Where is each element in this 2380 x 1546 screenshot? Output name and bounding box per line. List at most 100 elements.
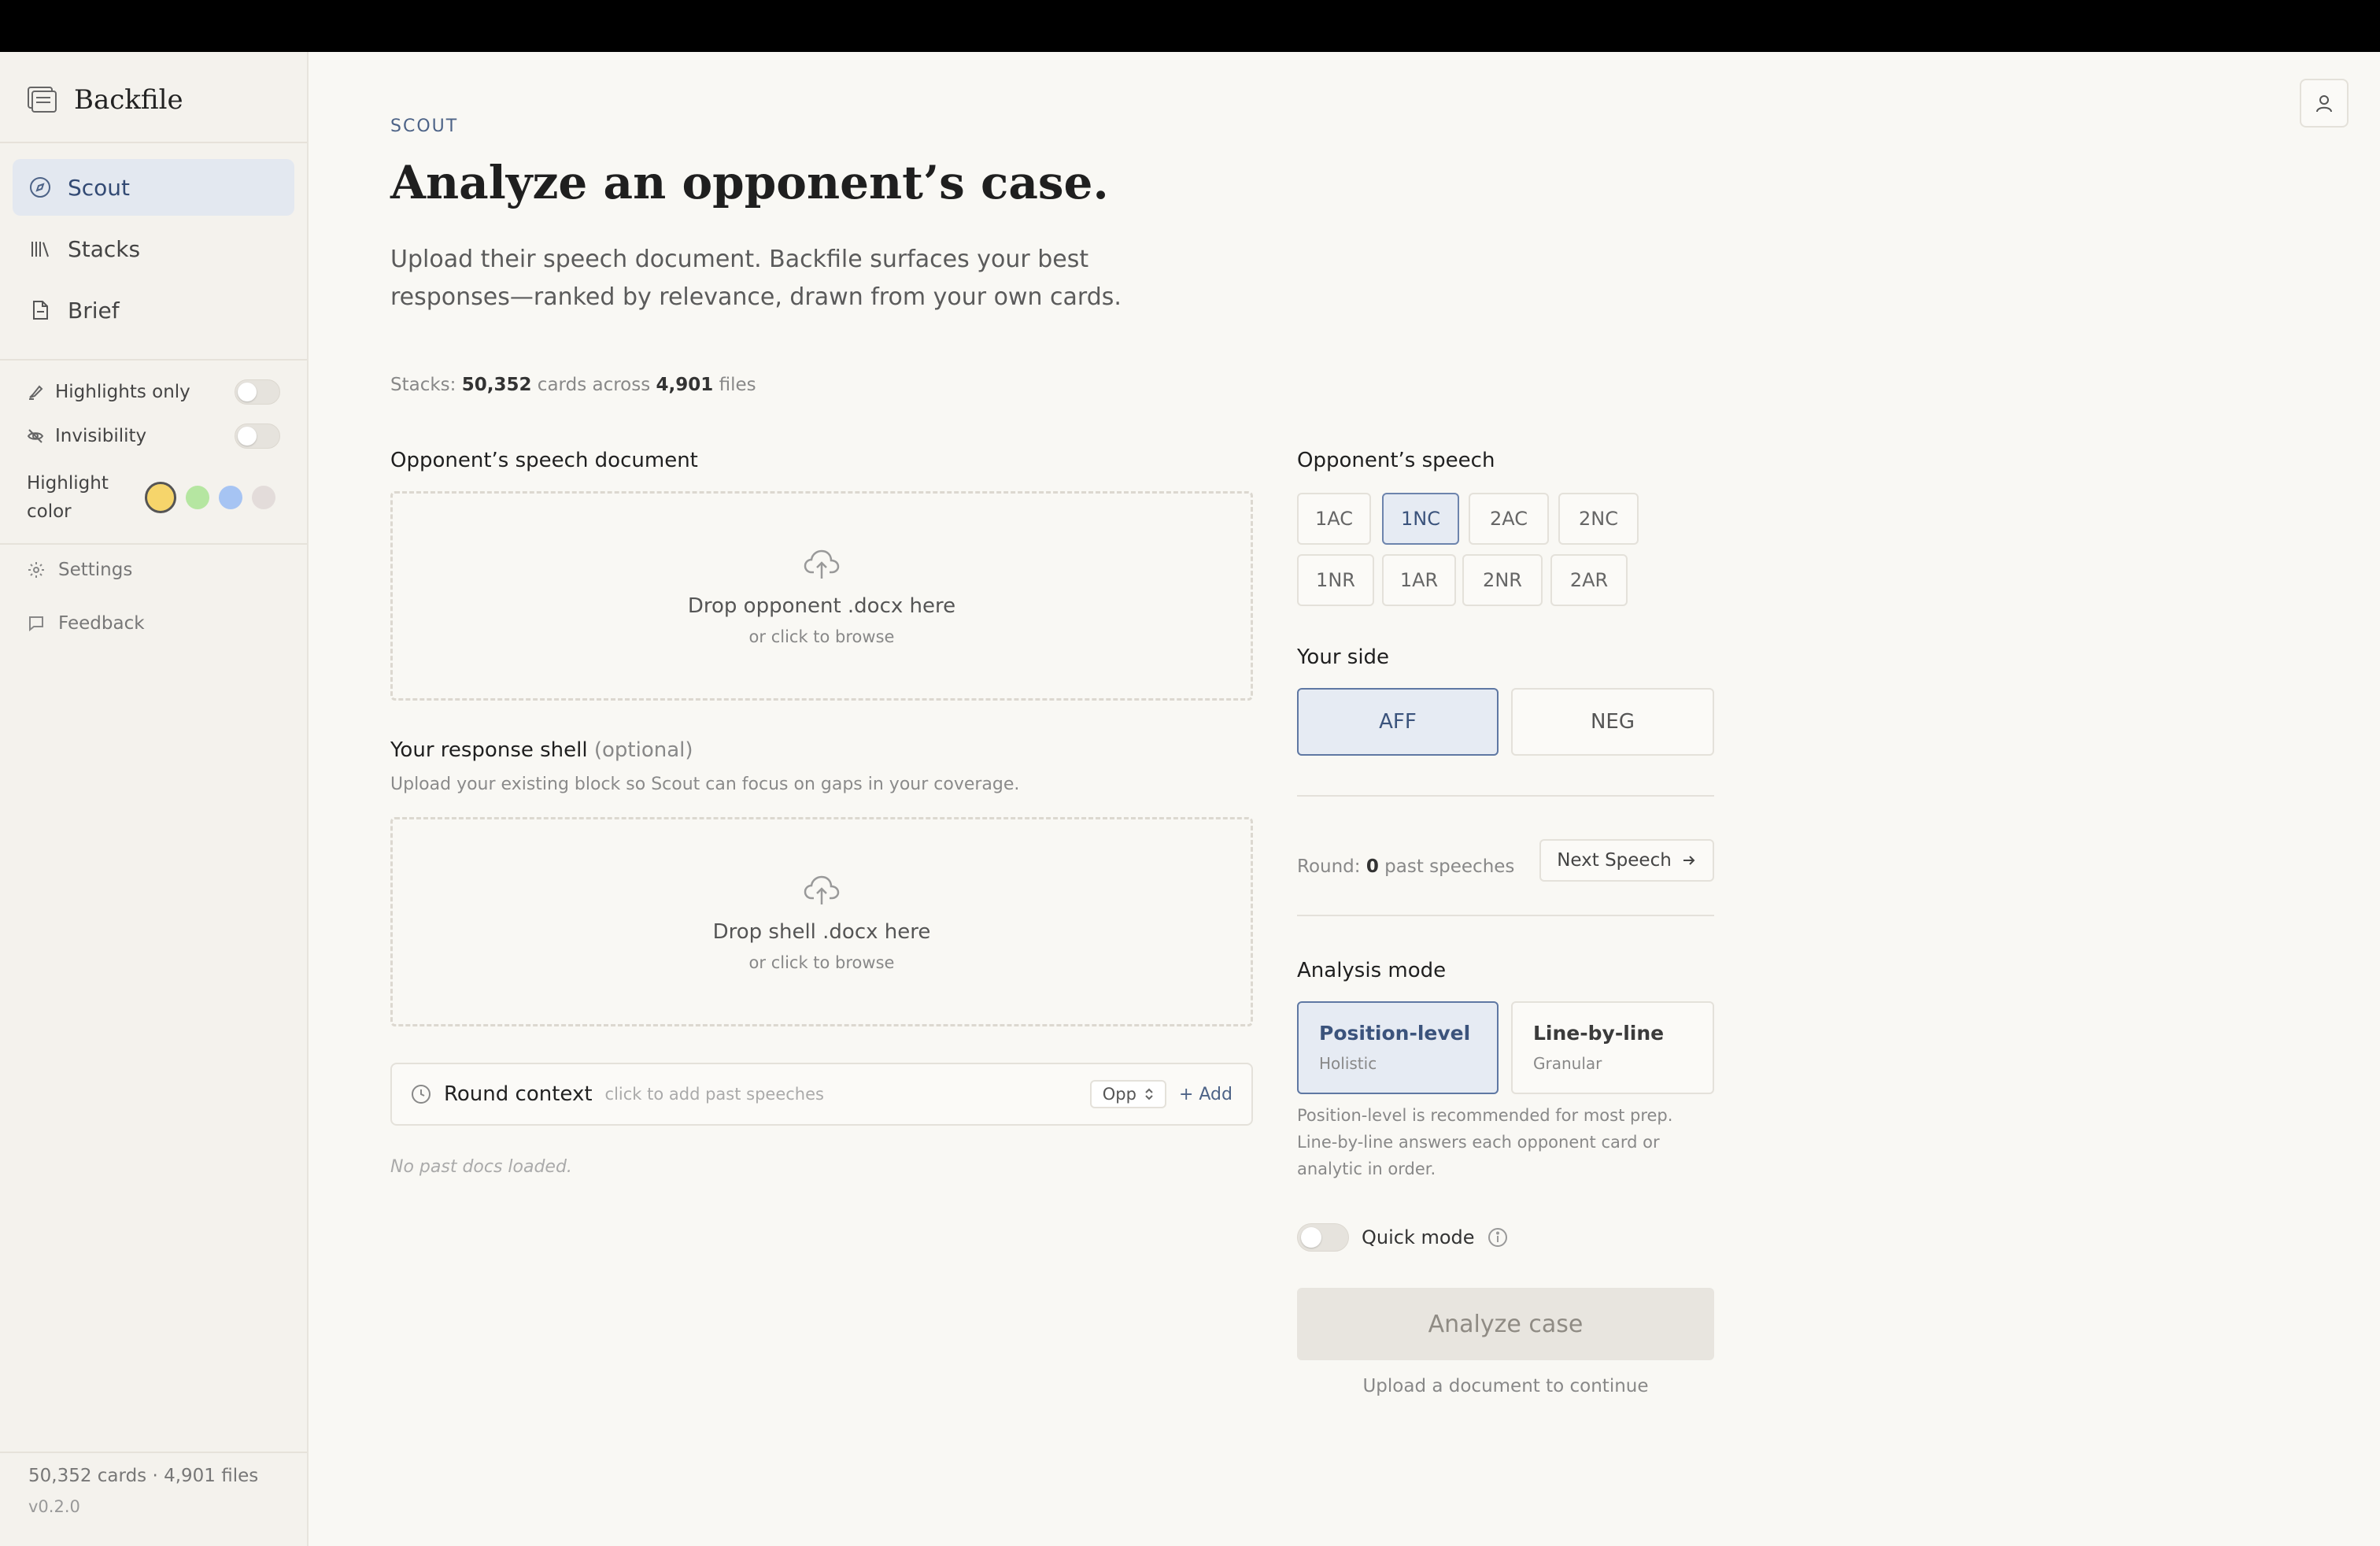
sidebar-item-label: Stacks: [68, 235, 141, 262]
page-title: Analyze an opponent’s case.: [390, 156, 1109, 209]
user-menu-button[interactable]: [2300, 79, 2349, 128]
response-shell-hint: Upload your existing block so Scout can …: [390, 775, 1020, 794]
color-swatches: [145, 482, 275, 513]
round-prefix: Round:: [1297, 856, 1366, 877]
page-subtitle: Upload their speech document. Backfile s…: [390, 246, 1122, 311]
backfile-logo-icon: [27, 84, 58, 116]
document-icon: [33, 301, 48, 320]
stats-cards-count: 50,352: [461, 375, 532, 395]
mode-title: Line-by-line: [1533, 1022, 1665, 1045]
optional-tag: (optional): [593, 738, 693, 762]
sidebar-item-scout[interactable]: Scout: [13, 159, 294, 216]
sidebar-divider: [0, 359, 307, 361]
stats-mid: cards across: [531, 375, 656, 395]
add-past-speech-button[interactable]: + Add: [1179, 1085, 1232, 1104]
cloud-upload-icon: [804, 549, 840, 579]
mode-title: Position-level: [1319, 1022, 1471, 1045]
analyze-hint: Upload a document to continue: [1362, 1376, 1649, 1396]
shell-dropzone-subtext: or click to browse: [748, 953, 895, 972]
highlights-only-toggle[interactable]: [235, 379, 280, 405]
mode-position-level[interactable]: Position-level Holistic: [1297, 1001, 1499, 1094]
sidebar-item-label: Brief: [68, 297, 120, 324]
speech-option-2nc[interactable]: 2NC: [1558, 493, 1639, 545]
chevron-up-down-icon: [1145, 1088, 1153, 1100]
round-suffix: past speeches: [1378, 856, 1515, 877]
no-past-docs-text: No past docs loaded.: [390, 1157, 572, 1177]
sidebar-divider: [0, 142, 307, 143]
sidebar-item-stacks[interactable]: Stacks: [13, 220, 294, 277]
gear-icon: [28, 562, 44, 578]
next-speech-label: Next Speech: [1557, 850, 1672, 871]
analysis-mode-label: Analysis mode: [1297, 959, 1447, 982]
eye-off-icon: [27, 429, 44, 443]
mode-subtitle: Granular: [1533, 1054, 1602, 1073]
speech-option-1nc[interactable]: 1NC: [1382, 493, 1459, 545]
speech-option-2ac[interactable]: 2AC: [1469, 493, 1549, 545]
sidebar-footer-stats: 50,352 cards · 4,901 files: [28, 1466, 259, 1486]
speech-option-1ac[interactable]: 1AC: [1297, 493, 1371, 545]
color-swatch-blue[interactable]: [219, 486, 242, 509]
round-context-hint: click to add past speeches: [604, 1085, 824, 1104]
color-swatch-yellow[interactable]: [145, 482, 176, 513]
settings-label: Settings: [58, 560, 133, 580]
invisibility-toggle-row[interactable]: Invisibility: [27, 420, 280, 452]
quick-mode-toggle[interactable]: [1297, 1223, 1349, 1252]
brand[interactable]: Backfile: [27, 80, 183, 120]
highlight-color-label: Highlight color: [27, 473, 109, 522]
info-icon[interactable]: [1488, 1227, 1508, 1248]
highlight-color-picker: Highlight color: [27, 466, 280, 529]
round-count: Round: 0 past speeches: [1297, 856, 1514, 877]
sidebar-divider: [0, 543, 307, 545]
color-swatch-green[interactable]: [186, 486, 209, 509]
your-side-label: Your side: [1297, 645, 1390, 669]
analysis-mode-description: Position-level is recommended for most p…: [1297, 1106, 1673, 1178]
window-top-bar: [0, 0, 2380, 52]
message-icon: [29, 616, 43, 632]
side-aff-button[interactable]: AFF: [1297, 688, 1499, 756]
highlights-only-toggle-row[interactable]: Highlights only: [27, 376, 280, 408]
side-select[interactable]: Opp: [1089, 1080, 1166, 1108]
feedback-link[interactable]: Feedback: [27, 608, 145, 639]
side-neg-button[interactable]: NEG: [1511, 688, 1714, 756]
sidebar: Backfile Scout Stacks Brief Highlights o…: [0, 52, 309, 1546]
shell-dropzone-text: Drop shell .docx here: [712, 920, 931, 944]
app-window: Backfile Scout Stacks Brief Highlights o…: [0, 52, 2380, 1546]
brand-name: Backfile: [74, 84, 183, 116]
app-version: v0.2.0: [28, 1497, 80, 1516]
cloud-upload-icon: [804, 875, 840, 904]
shell-dropzone[interactable]: Drop shell .docx here or click to browse: [390, 817, 1253, 1026]
response-shell-label: Your response shell (optional): [390, 738, 693, 762]
user-icon: [2316, 95, 2332, 113]
speech-option-2ar[interactable]: 2AR: [1550, 554, 1628, 606]
feedback-label: Feedback: [58, 613, 145, 634]
mode-subtitle: Holistic: [1319, 1054, 1377, 1073]
quick-mode-label: Quick mode: [1362, 1226, 1475, 1248]
stacks-stats: Stacks: 50,352 cards across 4,901 files: [390, 375, 756, 395]
mode-line-by-line[interactable]: Line-by-line Granular: [1511, 1001, 1714, 1094]
highlights-only-label: Highlights only: [55, 382, 190, 402]
opponent-speech-label: Opponent’s speech: [1297, 449, 1495, 472]
invisibility-label: Invisibility: [55, 426, 147, 446]
round-context-bar[interactable]: Round context click to add past speeches…: [390, 1063, 1253, 1126]
response-shell-title: Your response shell: [390, 738, 588, 762]
page-kicker: SCOUT: [390, 117, 459, 136]
speech-option-1nr[interactable]: 1NR: [1297, 554, 1374, 606]
color-swatch-gray[interactable]: [252, 486, 275, 509]
speech-option-1ar[interactable]: 1AR: [1382, 554, 1456, 606]
clock-icon: [412, 1085, 431, 1104]
opponent-dropzone-subtext: or click to browse: [748, 627, 895, 646]
settings-link[interactable]: Settings: [27, 554, 132, 586]
next-speech-button[interactable]: Next Speech: [1539, 839, 1714, 882]
sidebar-item-brief[interactable]: Brief: [13, 282, 294, 338]
section-divider: [1297, 915, 1714, 916]
speech-option-2nr[interactable]: 2NR: [1462, 554, 1543, 606]
round-count-value: 0: [1366, 856, 1379, 877]
invisibility-toggle[interactable]: [235, 423, 280, 449]
stats-files-count: 4,901: [656, 375, 714, 395]
opponent-doc-dropzone[interactable]: Drop opponent .docx here or click to bro…: [390, 491, 1253, 701]
library-icon: [31, 242, 49, 257]
highlighter-icon: [29, 385, 43, 400]
analyze-case-button[interactable]: Analyze case: [1297, 1288, 1714, 1360]
opponent-dropzone-text: Drop opponent .docx here: [687, 594, 956, 618]
sidebar-item-label: Scout: [68, 174, 131, 201]
